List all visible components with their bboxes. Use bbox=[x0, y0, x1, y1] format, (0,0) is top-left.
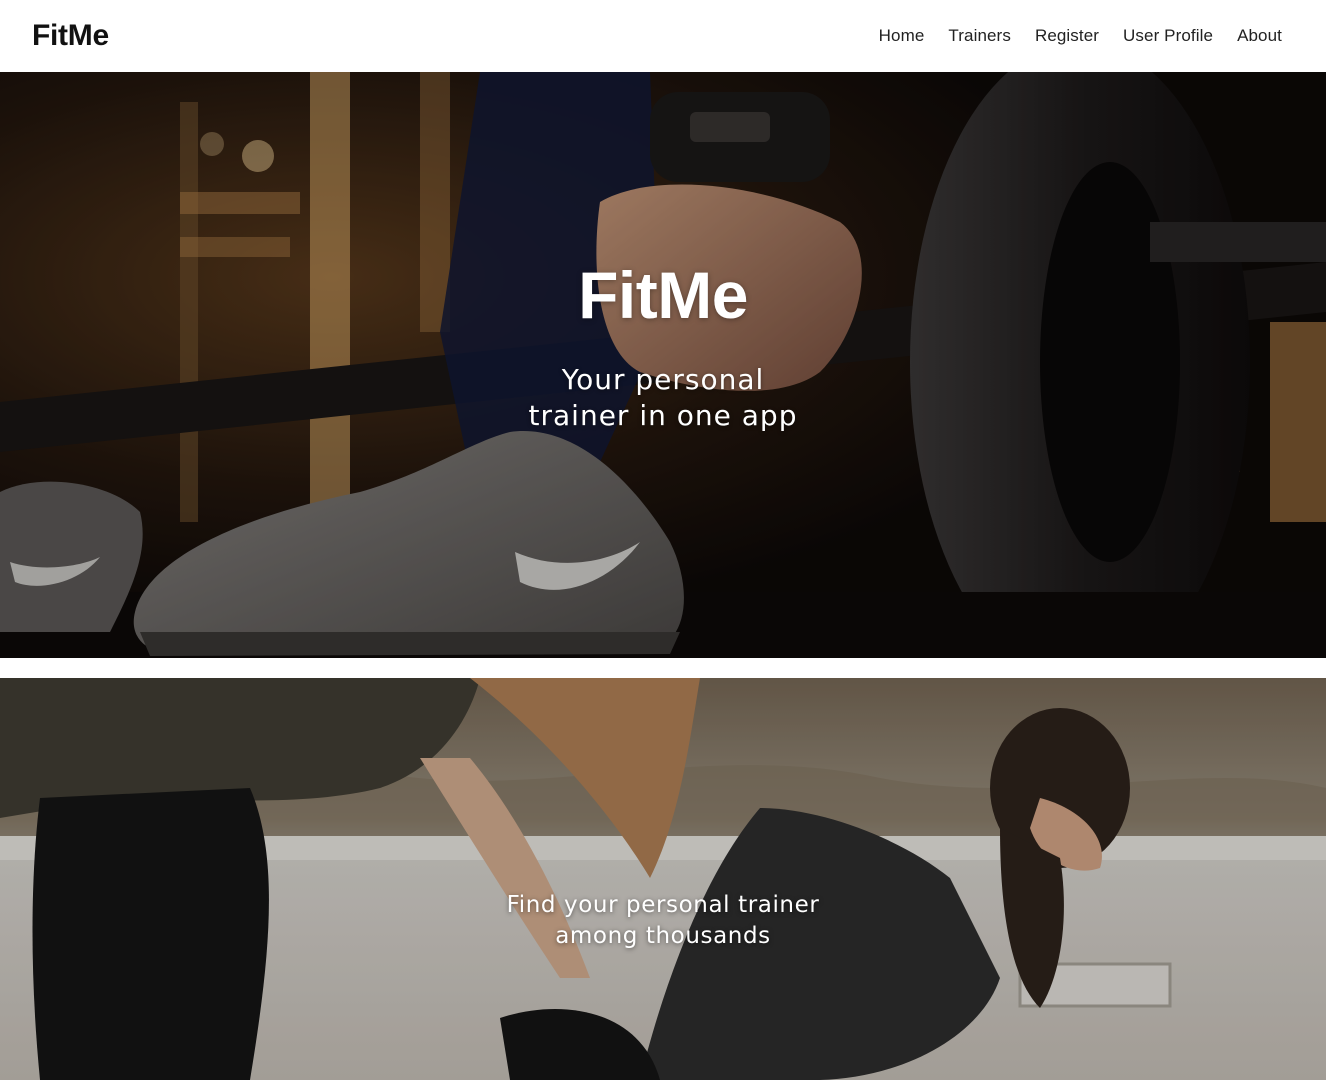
nav-link-user-profile[interactable]: User Profile bbox=[1123, 26, 1213, 46]
nav-link-register[interactable]: Register bbox=[1035, 26, 1099, 46]
hero-content: FitMe Your personal trainer in one app bbox=[0, 262, 1326, 434]
stretching-trainers-photo bbox=[0, 678, 1326, 1080]
hero-title: FitMe bbox=[578, 258, 748, 332]
nav-link-about[interactable]: About bbox=[1237, 26, 1282, 46]
main-nav: Home Trainers Register User Profile Abou… bbox=[879, 26, 1282, 46]
hero-section: FitMe Your personal trainer in one app bbox=[0, 72, 1326, 658]
hero-subtitle: Your personal trainer in one app bbox=[528, 363, 798, 432]
feature-text: Find your personal trainer among thousan… bbox=[506, 892, 820, 949]
feature-section: Find your personal trainer among thousan… bbox=[0, 678, 1326, 1080]
brand-logo[interactable]: FitMe bbox=[32, 19, 109, 53]
top-navbar: FitMe Home Trainers Register User Profil… bbox=[0, 0, 1326, 72]
nav-link-home[interactable]: Home bbox=[879, 26, 925, 46]
feature-content: Find your personal trainer among thousan… bbox=[0, 890, 1326, 952]
nav-link-trainers[interactable]: Trainers bbox=[948, 26, 1011, 46]
